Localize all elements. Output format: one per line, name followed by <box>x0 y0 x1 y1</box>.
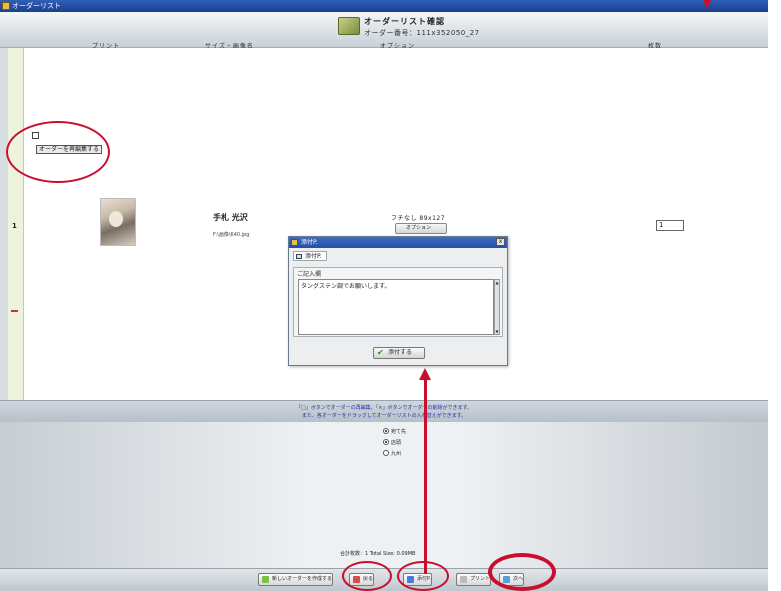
order-logo-icon <box>338 17 360 35</box>
instruction-line-2: また、各オーダーをドラッグしてオーダーリストの入れ替えができます。 <box>301 413 467 419</box>
annotation-arrow-head-icon <box>419 368 431 380</box>
window-title: オーダーリスト <box>12 2 61 10</box>
print-thumbnail <box>100 198 136 246</box>
scroll-down-icon[interactable]: ▼ <box>495 329 499 334</box>
instructions-bar: 「□」ボタンでオーダーの再編集、「×」ボタンでオーダーの削除ができます。 また、… <box>0 400 768 422</box>
totals-text: 合計枚数：1 Total Size: 0.09MB <box>340 551 416 557</box>
close-icon[interactable]: x <box>496 238 505 246</box>
radio-icon <box>383 428 389 434</box>
radio-icon <box>383 450 389 456</box>
destination-option-2[interactable]: 店頭 <box>383 439 401 446</box>
dialog-attach-button[interactable]: ✔ 添付する <box>373 347 425 359</box>
note-group: ご記入欄 タングステン調でお願いします。 ▲ ▼ <box>293 267 503 337</box>
row-index: 1 <box>12 222 17 230</box>
row-gutter: 1 <box>8 48 24 400</box>
note-scrollbar[interactable]: ▲ ▼ <box>494 279 500 335</box>
note-textarea[interactable]: タングステン調でお願いします。 <box>298 279 494 335</box>
print-button[interactable]: プリント <box>456 573 492 586</box>
app-icon <box>2 2 10 10</box>
window-titlebar: オーダーリスト <box>0 0 768 12</box>
image-filename: F:\画像\640.jpg <box>213 232 250 238</box>
order-number: オーダー番号：111x352050_27 <box>364 29 480 37</box>
dialog-title: 添付P. <box>301 239 318 246</box>
option-button[interactable]: オプション <box>395 223 447 234</box>
delete-order-icon[interactable] <box>11 310 18 312</box>
attach-tab-icon <box>296 254 302 259</box>
page-title: オーダーリスト確認 <box>364 17 445 26</box>
checkmark-icon: ✔ <box>377 348 384 357</box>
print-icon <box>460 576 467 583</box>
annotation-corner-arrow-icon <box>703 0 711 9</box>
dialog-tab[interactable]: 添付P. <box>293 251 327 261</box>
annotation-arrow-line <box>424 378 427 574</box>
new-order-icon <box>262 576 269 583</box>
quantity-field[interactable]: 1 <box>656 220 684 231</box>
destination-option-3[interactable]: 九州 <box>383 450 401 457</box>
annotation-ellipse-reedit <box>6 121 110 183</box>
option-title: フチなし 89x127 <box>391 215 446 222</box>
destination-group: 宛て先 店頭 九州 <box>383 428 419 468</box>
radio-icon <box>383 439 389 445</box>
destination-option-1[interactable]: 宛て先 <box>383 428 406 435</box>
dialog-titlebar: 添付P. x <box>289 237 507 248</box>
new-order-button[interactable]: 新しいオーダーを作成する <box>258 573 334 586</box>
order-header: オーダーリスト確認 オーダー番号：111x352050_27 プリント サイズ・… <box>0 12 768 50</box>
lower-panel: 宛て先 店頭 九州 合計枚数：1 Total Size: 0.09MB <box>0 422 768 568</box>
annotation-ellipse-attach <box>397 561 449 591</box>
instruction-line-1: 「□」ボタンでオーダーの再編集、「×」ボタンでオーダーの削除ができます。 <box>296 405 472 411</box>
scroll-up-icon[interactable]: ▲ <box>495 280 499 285</box>
print-size-label: 手札 光沢 <box>213 213 248 222</box>
annotation-ellipse-next <box>488 553 556 591</box>
attachment-dialog: 添付P. x 添付P. ご記入欄 タングステン調でお願いします。 ▲ ▼ ✔ 添… <box>288 236 508 366</box>
dialog-app-icon <box>291 239 298 246</box>
annotation-ellipse-back <box>342 561 392 591</box>
note-group-label: ご記入欄 <box>297 271 322 278</box>
